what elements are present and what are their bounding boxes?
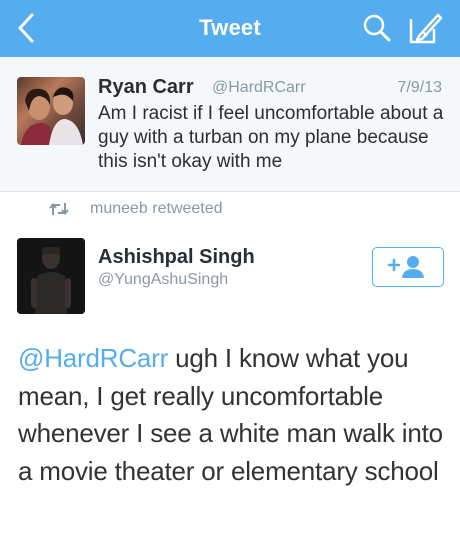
compose-icon	[409, 13, 443, 44]
compose-button[interactable]	[405, 9, 445, 47]
retweet-context: muneeb retweeted	[0, 192, 460, 227]
tweet-text: @HardRCarr ugh I know what you mean, I g…	[18, 340, 448, 490]
retweeted-by-label[interactable]: muneeb retweeted	[90, 200, 223, 218]
avatar[interactable]	[17, 238, 85, 314]
quoted-timestamp: 7/9/13	[397, 79, 442, 96]
avatar-photo	[21, 87, 83, 145]
retweet-icon	[49, 202, 69, 216]
nav-bar: Tweet	[0, 0, 460, 57]
tweet-author-name[interactable]: Ashishpal Singh	[98, 246, 255, 269]
add-user-icon	[387, 256, 424, 278]
mention-link[interactable]: @HardRCarr	[18, 343, 168, 373]
avatar[interactable]	[17, 77, 85, 145]
quoted-author-handle[interactable]: @HardRCarr	[212, 79, 306, 97]
quoted-author-name[interactable]: Ryan Carr	[98, 76, 194, 99]
quoted-tweet[interactable]: Ryan Carr @HardRCarr 7/9/13 Am I racist …	[0, 57, 460, 192]
search-button[interactable]	[360, 10, 394, 46]
tweet-author-handle[interactable]: @YungAshuSingh	[98, 271, 228, 289]
search-icon	[363, 14, 391, 42]
follow-button[interactable]	[372, 247, 444, 287]
avatar-photo	[17, 238, 85, 314]
quoted-tweet-text: Am I racist if I feel uncomfortable abou…	[98, 103, 444, 172]
